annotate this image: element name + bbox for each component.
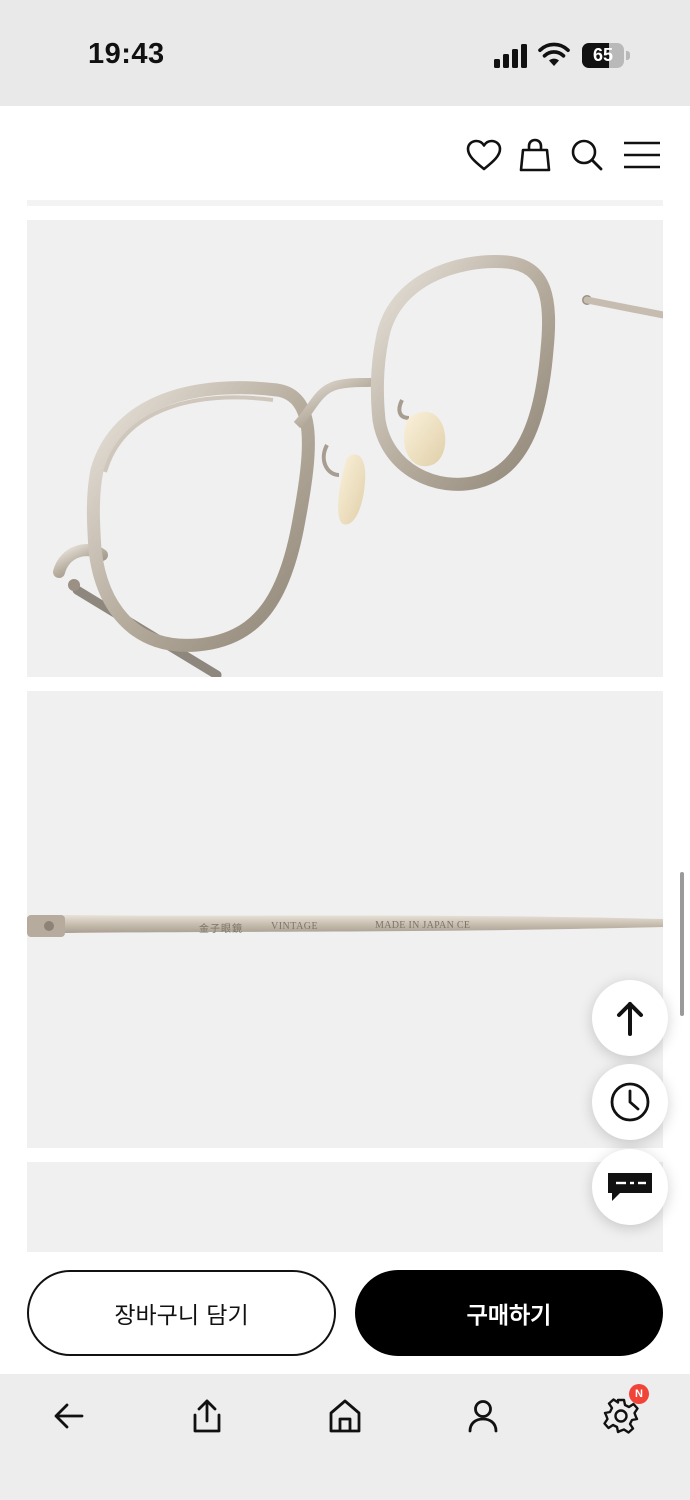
signal-icon — [494, 44, 530, 68]
notification-badge: N — [629, 1384, 649, 1404]
share-button[interactable] — [179, 1388, 235, 1444]
shopping-bag-icon[interactable] — [515, 136, 555, 174]
settings-icon — [603, 1398, 639, 1434]
scrollbar[interactable] — [680, 872, 684, 1016]
wifi-icon — [538, 42, 570, 68]
purchase-bar: 장바구니 담기 구매하기 — [0, 1252, 690, 1374]
battery-level: 65 — [592, 45, 614, 65]
share-icon — [193, 1399, 221, 1433]
account-button[interactable] — [455, 1388, 511, 1444]
temple-engraving-kanji: 金子眼鏡 — [199, 924, 243, 935]
arrow-up-icon — [617, 1002, 643, 1036]
add-to-cart-button[interactable]: 장바구니 담기 — [27, 1270, 336, 1356]
back-button[interactable] — [41, 1388, 97, 1444]
home-icon — [329, 1399, 361, 1433]
site-header — [0, 106, 690, 202]
heart-icon[interactable] — [464, 136, 504, 174]
back-arrow-icon — [54, 1403, 84, 1429]
header-divider — [27, 200, 663, 206]
product-image-front[interactable] — [27, 220, 663, 677]
chat-icon — [608, 1173, 652, 1201]
product-image-next[interactable] — [27, 1162, 663, 1262]
status-time: 19:43 — [88, 38, 165, 70]
browser-bottom-nav: N — [0, 1374, 690, 1500]
product-image-temple[interactable]: 金子眼鏡 VINTAGE MADE IN JAPAN CE — [27, 691, 663, 1148]
search-icon[interactable] — [567, 136, 607, 174]
menu-icon[interactable] — [620, 136, 664, 174]
temple-engraving-model: VINTAGE — [271, 921, 319, 932]
status-bar: 19:43 65 — [0, 0, 690, 106]
battery-icon: 65 — [582, 43, 630, 68]
user-icon — [468, 1400, 498, 1433]
home-button[interactable] — [317, 1388, 373, 1444]
recent-viewed-button[interactable] — [592, 1064, 668, 1140]
settings-button[interactable]: N — [593, 1384, 649, 1444]
buy-now-button[interactable]: 구매하기 — [355, 1270, 663, 1356]
clock-icon — [610, 1082, 650, 1122]
chat-button[interactable] — [592, 1149, 668, 1225]
temple-engraving-origin: MADE IN JAPAN CE — [375, 920, 471, 931]
scroll-top-button[interactable] — [592, 980, 668, 1056]
